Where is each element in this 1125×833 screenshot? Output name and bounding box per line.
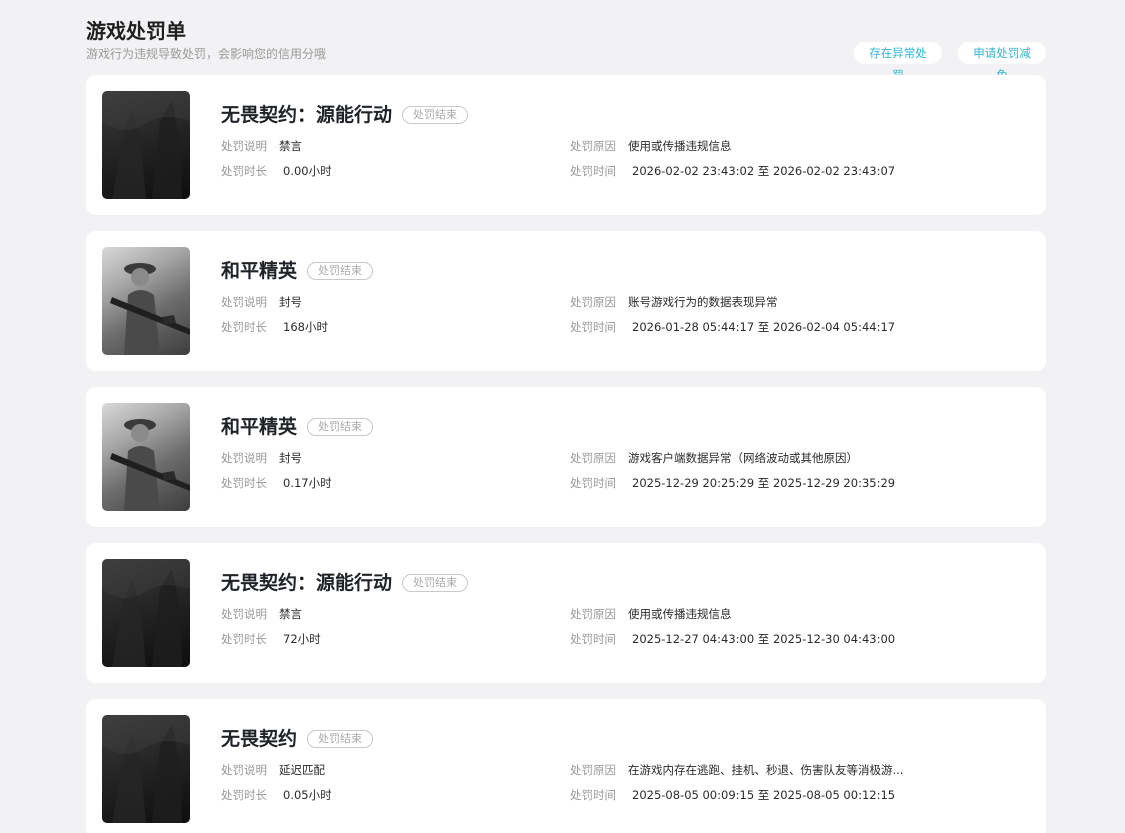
- penalty-desc-value: 延迟匹配: [279, 763, 325, 777]
- penalty-reason-label: 处罚原因: [570, 451, 616, 465]
- penalty-time-label: 处罚时间: [570, 164, 616, 178]
- penalty-desc-label: 处罚说明: [221, 295, 267, 309]
- penalty-desc-value: 禁言: [279, 607, 302, 621]
- penalty-duration-label: 处罚时长: [221, 320, 267, 334]
- dark-game-cover-icon: [102, 91, 190, 199]
- penalty-duration-value: 0.00小时: [283, 164, 332, 178]
- soldier-game-cover-icon: [102, 403, 190, 511]
- status-badge: 处罚结束: [307, 418, 374, 436]
- penalty-time-label: 处罚时间: [570, 476, 616, 490]
- penalty-time-value: 2025-12-27 04:43:00 至 2025-12-30 04:43:0…: [632, 632, 896, 646]
- game-name: 和平精英: [221, 260, 298, 282]
- penalty-desc-value: 禁言: [279, 139, 302, 153]
- penalty-reason-value: 账号游戏行为的数据表现异常: [628, 295, 778, 309]
- game-name: 无畏契约：源能行动: [221, 104, 393, 126]
- penalty-time-value: 2026-02-02 23:43:02 至 2026-02-02 23:43:0…: [632, 164, 896, 178]
- penalty-reason-label: 处罚原因: [570, 763, 616, 777]
- penalty-duration-value: 0.05小时: [283, 788, 332, 802]
- penalty-time-label: 处罚时间: [570, 788, 616, 802]
- penalty-duration-value: 168小时: [283, 320, 328, 334]
- dark-game-cover-icon: [102, 559, 190, 667]
- penalty-duration-value: 0.17小时: [283, 476, 332, 490]
- penalty-duration-label: 处罚时长: [221, 632, 267, 646]
- penalty-desc-label: 处罚说明: [221, 607, 267, 621]
- game-name: 和平精英: [221, 416, 298, 438]
- penalty-time-value: 2025-12-29 20:25:29 至 2025-12-29 20:35:2…: [632, 476, 896, 490]
- status-badge: 处罚结束: [402, 106, 469, 124]
- report-abnormal-penalty-button[interactable]: 存在异常处罚: [854, 42, 942, 82]
- penalty-duration-label: 处罚时长: [221, 164, 267, 178]
- penalty-reason-value: 游戏客户端数据异常（网络波动或其他原因）: [628, 451, 858, 465]
- status-badge: 处罚结束: [402, 574, 469, 592]
- penalty-desc-value: 封号: [279, 295, 302, 309]
- game-name: 无畏契约：源能行动: [221, 572, 393, 594]
- penalty-reason-value: 使用或传播违规信息: [628, 139, 732, 153]
- status-badge: 处罚结束: [307, 730, 374, 748]
- penalty-time-label: 处罚时间: [570, 320, 616, 334]
- penalty-time-value: 2025-08-05 00:09:15 至 2025-08-05 00:12:1…: [632, 788, 896, 802]
- penalty-desc-label: 处罚说明: [221, 139, 267, 153]
- page-header: 游戏处罚单 游戏行为违规导致处罚，会影响您的信用分哦 存在异常处罚 申请处罚减免: [86, 18, 1046, 82]
- status-badge: 处罚结束: [307, 262, 374, 280]
- penalty-desc-label: 处罚说明: [221, 451, 267, 465]
- penalty-duration-label: 处罚时长: [221, 788, 267, 802]
- penalty-card[interactable]: 无畏契约：源能行动 处罚结束 处罚说明 禁言 处罚时长 72小时 处罚原因 使用或…: [86, 543, 1046, 683]
- penalty-card[interactable]: 无畏契约：源能行动 处罚结束 处罚说明 禁言 处罚时长 0.00小时 处罚原因 使…: [86, 75, 1046, 215]
- page-subtitle: 游戏行为违规导致处罚，会影响您的信用分哦: [86, 47, 327, 61]
- penalty-duration-label: 处罚时长: [221, 476, 267, 490]
- apply-penalty-reduction-button[interactable]: 申请处罚减免: [958, 42, 1046, 82]
- penalty-reason-label: 处罚原因: [570, 607, 616, 621]
- penalty-duration-value: 72小时: [283, 632, 321, 646]
- penalty-desc-label: 处罚说明: [221, 763, 267, 777]
- page-title: 游戏处罚单: [86, 19, 186, 43]
- soldier-game-cover-icon: [102, 247, 190, 355]
- penalty-reason-value: 在游戏内存在逃跑、挂机、秒退、伤害队友等消极游...: [628, 763, 904, 777]
- penalty-page: 游戏处罚单 游戏行为违规导致处罚，会影响您的信用分哦 存在异常处罚 申请处罚减免…: [0, 0, 1125, 833]
- dark-game-cover-icon: [102, 715, 190, 823]
- penalty-desc-value: 封号: [279, 451, 302, 465]
- penalty-reason-label: 处罚原因: [570, 139, 616, 153]
- penalty-reason-label: 处罚原因: [570, 295, 616, 309]
- game-name: 无畏契约: [221, 728, 298, 750]
- penalty-card[interactable]: 和平精英 处罚结束 处罚说明 封号 处罚时长 0.17小时 处罚原因 游戏客户端数…: [86, 387, 1046, 527]
- penalty-time-label: 处罚时间: [570, 632, 616, 646]
- penalty-card[interactable]: 无畏契约 处罚结束 处罚说明 延迟匹配 处罚时长 0.05小时 处罚原因 在游戏内…: [86, 699, 1046, 833]
- penalty-reason-value: 使用或传播违规信息: [628, 607, 732, 621]
- penalty-time-value: 2026-01-28 05:44:17 至 2026-02-04 05:44:1…: [632, 320, 896, 334]
- penalty-card[interactable]: 和平精英 处罚结束 处罚说明 封号 处罚时长 168小时 处罚原因 账号游戏行为的…: [86, 231, 1046, 371]
